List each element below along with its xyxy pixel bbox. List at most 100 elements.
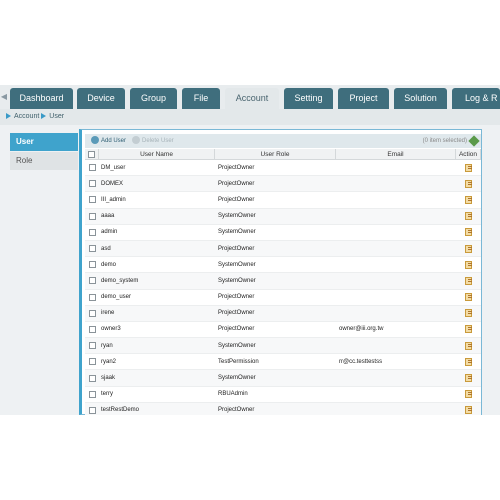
breadcrumb-account[interactable]: Account (14, 113, 39, 120)
user-role-cell: SystemOwner (218, 342, 256, 349)
user-role-cell: ProjectOwner (218, 196, 255, 203)
edit-icon[interactable] (465, 163, 472, 172)
table-row[interactable]: demo_user ProjectOwner (85, 290, 481, 306)
row-checkbox[interactable] (88, 374, 96, 382)
row-checkbox[interactable] (88, 245, 96, 253)
edit-icon[interactable] (465, 390, 472, 399)
edit-icon[interactable] (465, 276, 472, 285)
table-row[interactable]: testRestDemo ProjectOwner (85, 402, 481, 415)
table-row[interactable]: sjaak SystemOwner (85, 370, 481, 387)
email-cell (336, 290, 456, 305)
account-page: ◀ Dashboard Device Group File Account Se… (0, 85, 500, 415)
row-checkbox[interactable] (88, 390, 96, 398)
edit-icon[interactable] (465, 309, 472, 318)
tab-group[interactable]: Group (130, 88, 177, 109)
row-checkbox[interactable] (88, 212, 96, 220)
tab-file[interactable]: File (182, 88, 220, 109)
action-cell (456, 290, 481, 305)
edit-icon[interactable] (465, 228, 472, 237)
tab-scroll-left-icon[interactable]: ◀ (0, 89, 8, 105)
user-name-cell: asd (101, 245, 111, 252)
table-row[interactable]: aaaa SystemOwner (85, 208, 481, 225)
column-header-user-role[interactable]: User Role (215, 149, 336, 159)
action-cell (456, 209, 481, 224)
action-cell (456, 403, 481, 415)
table-row[interactable]: asd ProjectOwner (85, 240, 481, 258)
email-cell (336, 306, 456, 321)
row-checkbox[interactable] (88, 228, 96, 236)
tab-device[interactable]: Device (77, 88, 125, 109)
table-row[interactable]: ryan2 TestPermission rr@cc.testtestss (85, 354, 481, 371)
user-role-cell: ProjectOwner (218, 164, 255, 171)
table-row[interactable]: irene ProjectOwner (85, 305, 481, 322)
action-cell (456, 160, 481, 175)
email-cell (336, 370, 456, 385)
table-row[interactable]: DOMEX ProjectOwner (85, 176, 481, 193)
edit-icon[interactable] (465, 374, 472, 383)
tab-solution[interactable]: Solution (394, 88, 447, 109)
row-select-cell (85, 241, 99, 256)
table-row[interactable]: terry RBUAdmin (85, 387, 481, 403)
user-name-cell: demo_user (101, 294, 132, 301)
email-cell (336, 403, 456, 415)
user-name-cell: aaaa (101, 213, 115, 220)
edit-icon[interactable] (465, 293, 472, 302)
row-checkbox[interactable] (88, 293, 96, 301)
row-checkbox[interactable] (88, 180, 96, 188)
tab-dashboard[interactable]: Dashboard (10, 88, 73, 109)
row-checkbox[interactable] (88, 164, 96, 172)
row-checkbox[interactable] (88, 342, 96, 350)
delete-user-button[interactable]: Delete User (132, 134, 174, 148)
column-header-email[interactable]: Email (336, 149, 456, 159)
tab-project[interactable]: Project (338, 88, 389, 109)
user-name-cell: ryan (101, 342, 113, 349)
sidebar-item-role[interactable]: Role (10, 152, 78, 170)
row-select-cell (85, 257, 99, 272)
add-user-button[interactable]: Add User (91, 134, 126, 148)
row-checkbox[interactable] (88, 325, 96, 333)
row-checkbox[interactable] (88, 358, 96, 366)
edit-icon[interactable] (465, 212, 472, 221)
edit-icon[interactable] (465, 406, 472, 415)
edit-icon[interactable] (465, 195, 472, 204)
breadcrumb-arrow-icon (41, 113, 47, 120)
row-checkbox[interactable] (88, 277, 96, 285)
user-role-cell: SystemOwner (218, 277, 256, 284)
user-name-cell: III_admin (101, 196, 126, 203)
table-row[interactable]: DM_user ProjectOwner (85, 160, 481, 177)
tab-log-report[interactable]: Log & R (452, 88, 500, 109)
tab-account[interactable]: Account (225, 88, 279, 109)
export-icon[interactable] (468, 135, 480, 147)
row-checkbox[interactable] (88, 406, 96, 414)
row-checkbox[interactable] (88, 261, 96, 269)
sidebar-item-user[interactable]: User (10, 133, 78, 151)
add-user-icon (91, 136, 99, 145)
edit-icon[interactable] (465, 179, 472, 188)
user-role-cell: ProjectOwner (218, 294, 255, 301)
email-cell (336, 176, 456, 191)
tab-setting[interactable]: Setting (284, 88, 333, 109)
user-name-cell: terry (101, 391, 113, 398)
table-row[interactable]: owner3 ProjectOwner owner@iii.org.tw (85, 322, 481, 339)
table-row[interactable]: demo SystemOwner (85, 257, 481, 274)
edit-icon[interactable] (465, 244, 472, 253)
user-role-cell: SystemOwner (218, 229, 256, 236)
column-header-user-name[interactable]: User Name (99, 149, 215, 159)
table-row[interactable]: demo_system SystemOwner (85, 273, 481, 290)
action-cell (456, 387, 481, 402)
email-cell (336, 209, 456, 224)
row-checkbox[interactable] (88, 196, 96, 204)
user-name-cell: demo (101, 261, 117, 268)
edit-icon[interactable] (465, 357, 472, 366)
row-checkbox[interactable] (88, 309, 96, 317)
table-row[interactable]: admin SystemOwner (85, 225, 481, 241)
breadcrumb: Account User (0, 109, 500, 125)
edit-icon[interactable] (465, 341, 472, 350)
table-row[interactable]: III_admin ProjectOwner (85, 192, 481, 209)
edit-icon[interactable] (465, 260, 472, 269)
select-all-checkbox[interactable] (88, 150, 95, 158)
table-row[interactable]: ryan SystemOwner (85, 338, 481, 355)
user-name-cell: testRestDemo (101, 407, 140, 414)
edit-icon[interactable] (465, 325, 472, 334)
action-cell (456, 176, 481, 191)
